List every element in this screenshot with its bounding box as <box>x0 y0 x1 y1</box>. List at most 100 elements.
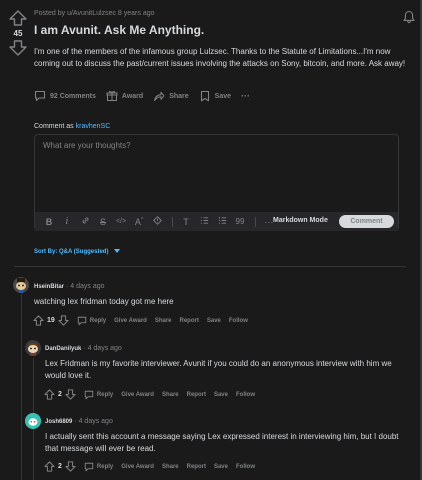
upvote-icon[interactable] <box>8 10 28 26</box>
comment-time[interactable]: · 4 days ago <box>83 345 122 352</box>
follow-button[interactable]: Follow <box>236 392 255 398</box>
inline-code-button[interactable]: </> <box>113 218 129 225</box>
comment-author[interactable]: DanDanilyuk <box>45 346 81 352</box>
downvote-icon[interactable] <box>65 389 76 400</box>
comment-body: Lex Fridman is my favorite interviewer. … <box>45 359 392 380</box>
comment-header: DanDanilyuk · 4 days ago <box>45 345 122 352</box>
follow-button[interactable]: Follow <box>236 464 255 470</box>
comment-editor: B i S </> A^ T 99 ··· Markdown Mode Comm <box>34 134 399 231</box>
save-button[interactable]: Save <box>207 318 221 324</box>
comment-score: 2 <box>58 463 62 470</box>
heading-button[interactable]: T <box>178 217 194 227</box>
comment-textarea[interactable] <box>35 135 398 209</box>
sort-dropdown[interactable]: Sort By: Q&A (Suggested) <box>34 249 121 255</box>
avatar[interactable] <box>25 413 41 429</box>
more-options-button[interactable]: ··· <box>241 91 250 101</box>
caret-down-icon <box>114 249 121 254</box>
thread-line[interactable] <box>21 294 22 480</box>
avatar[interactable] <box>13 277 29 293</box>
link-button[interactable] <box>77 216 93 227</box>
give-award-button[interactable]: Give Award <box>121 392 154 398</box>
post-card: 45 Posted by u/AvunitLulzsec 8 years ago… <box>0 0 422 480</box>
upvote-icon[interactable] <box>44 389 55 400</box>
post-vote-column: 45 <box>8 10 28 56</box>
report-button[interactable]: Report <box>180 318 199 324</box>
share-button[interactable]: Share <box>155 318 172 324</box>
comment-actions: 2 Reply Give Award Share Report Save Fol… <box>44 461 255 472</box>
upvote-icon[interactable] <box>44 461 55 472</box>
save-button[interactable]: Save <box>214 392 228 398</box>
sort-label: Sort By: Q&A (Suggested) <box>34 249 109 255</box>
comment-as-username[interactable]: kravhenSC <box>76 123 111 130</box>
comment-header: HseinBitar · 4 days ago <box>34 283 105 290</box>
snoo-avatar-icon <box>13 277 29 293</box>
italic-button[interactable]: i <box>59 217 75 227</box>
reply-button[interactable]: Reply <box>77 316 106 326</box>
report-button[interactable]: Report <box>187 464 206 470</box>
downvote-icon[interactable] <box>65 461 76 472</box>
snoo-avatar-icon <box>25 413 41 429</box>
comment-author[interactable]: HseinBitar <box>34 284 64 290</box>
spoiler-icon <box>152 216 162 225</box>
reply-button[interactable]: Reply <box>84 390 113 400</box>
save-button[interactable]: Save <box>199 90 231 102</box>
share-button[interactable]: Share <box>162 392 179 398</box>
comment-body: I actually sent this account a message s… <box>45 432 399 453</box>
comments-button[interactable]: 92 Comments <box>34 90 96 102</box>
award-label: Award <box>121 92 144 100</box>
quote-button[interactable]: 99 <box>232 217 248 226</box>
spoiler-button[interactable] <box>149 216 165 227</box>
comment-as-prefix: Comment as <box>34 123 74 130</box>
downvote-icon[interactable] <box>58 315 69 326</box>
comment-icon <box>84 390 94 399</box>
comment-votes: 2 <box>44 389 76 400</box>
comment-author[interactable]: Josh6809 <box>45 419 72 425</box>
comment-votes: 19 <box>33 315 69 326</box>
reply-button[interactable]: Reply <box>84 462 113 472</box>
award-icon <box>106 90 118 101</box>
award-button[interactable]: Award <box>106 90 143 102</box>
share-label: Share <box>169 92 189 100</box>
bold-button[interactable]: B <box>41 217 57 227</box>
save-button[interactable]: Save <box>214 464 228 470</box>
bell-icon[interactable] <box>402 10 416 24</box>
comment-as-line: Comment as kravhenSC <box>34 123 110 130</box>
strikethrough-button[interactable]: S <box>95 217 111 227</box>
comment-actions: 2 Reply Give Award Share Report Save Fol… <box>44 389 255 400</box>
bulleted-list-button[interactable] <box>196 216 212 227</box>
save-label: Save <box>214 92 232 100</box>
comment-icon <box>34 90 46 102</box>
comment-icon <box>77 316 87 325</box>
reply-label: Reply <box>96 391 114 398</box>
downvote-icon[interactable] <box>8 40 28 56</box>
snoo-avatar-icon <box>25 340 41 356</box>
superscript-button[interactable]: A^ <box>131 217 147 227</box>
give-award-button[interactable]: Give Award <box>114 318 147 324</box>
numbered-list-button[interactable] <box>214 216 230 227</box>
follow-button[interactable]: Follow <box>229 318 248 324</box>
report-button[interactable]: Report <box>187 392 206 398</box>
give-award-button[interactable]: Give Award <box>121 464 154 470</box>
comment-header: Josh6809 · 4 days ago <box>45 418 113 425</box>
bookmark-icon <box>200 90 209 102</box>
comment-actions: 19 Reply Give Award Share Report Save Fo… <box>33 315 248 326</box>
toolbar-divider <box>255 216 256 227</box>
submit-comment-button[interactable]: Comment <box>339 215 394 228</box>
share-icon <box>154 91 165 101</box>
post-content: Posted by u/AvunitLulzsec 8 years ago I … <box>34 10 405 70</box>
share-button[interactable]: Share <box>153 90 189 102</box>
comment-score: 19 <box>47 317 55 324</box>
comment-time[interactable]: · 4 days ago <box>66 283 105 290</box>
avatar[interactable] <box>25 340 41 356</box>
markdown-mode-toggle[interactable]: Markdown Mode <box>273 217 328 224</box>
share-button[interactable]: Share <box>162 464 179 470</box>
link-icon <box>82 217 88 224</box>
reply-label: Reply <box>96 463 114 470</box>
post-body: I'm one of the members of the infamous g… <box>34 47 406 68</box>
comment-body: watching lex fridman today got me here <box>34 297 174 306</box>
post-meta: Posted by u/AvunitLulzsec 8 years ago <box>34 10 155 17</box>
post-title[interactable]: I am Avunit. Ask Me Anything. <box>34 23 404 37</box>
comment-time[interactable]: · 4 days ago <box>74 418 113 425</box>
bulleted-list-icon <box>200 217 208 224</box>
upvote-icon[interactable] <box>33 315 44 326</box>
